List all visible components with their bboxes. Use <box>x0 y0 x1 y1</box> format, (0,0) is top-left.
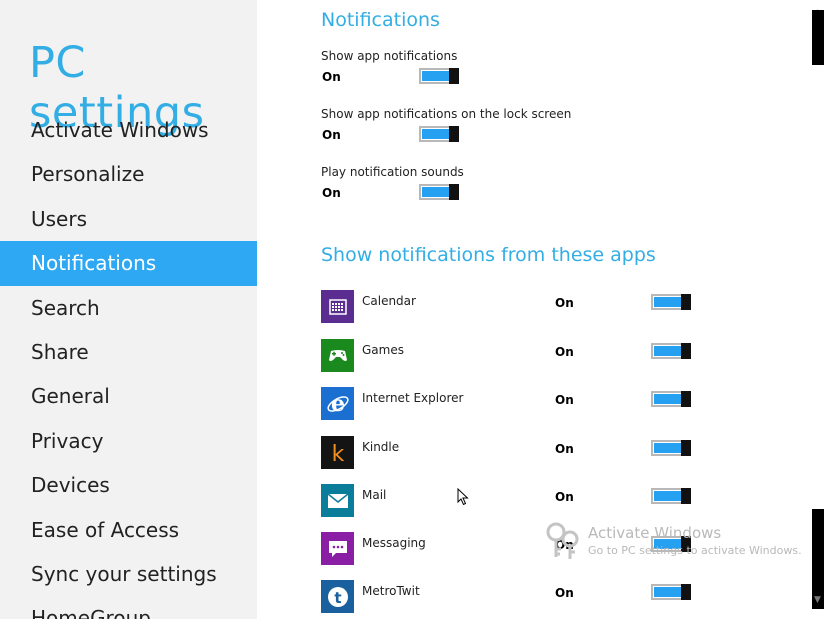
nav-item-privacy[interactable]: Privacy <box>0 419 257 463</box>
vertical-scrollbar[interactable]: ▲ ▼ <box>810 0 825 619</box>
app-name: MetroTwit <box>362 584 420 598</box>
setting-state: On <box>322 186 341 200</box>
toggle-fill <box>654 297 681 307</box>
toggle-fill <box>422 187 449 197</box>
app-state: On <box>555 345 574 359</box>
toggle-fill <box>654 539 681 549</box>
calendar-icon <box>321 290 354 323</box>
app-row-metrotwit: t MetroTwit On <box>321 580 801 614</box>
main-pane: Notifications Show app notifications On … <box>257 0 810 619</box>
setting-label-notification-sounds: Play notification sounds <box>321 165 464 179</box>
toggle-fill <box>654 394 681 404</box>
toggle-fill <box>654 443 681 453</box>
app-row-messaging: Messaging On <box>321 532 801 566</box>
app-state: On <box>555 296 574 310</box>
toggle-calendar[interactable] <box>651 294 691 310</box>
nav-item-ease-of-access[interactable]: Ease of Access <box>0 508 257 552</box>
messaging-icon <box>321 532 354 565</box>
toggle-fill <box>422 129 449 139</box>
svg-text:t: t <box>334 589 341 607</box>
app-row-calendar: Calendar On <box>321 290 801 324</box>
toggle-metrotwit[interactable] <box>651 584 691 600</box>
gamepad-icon <box>321 339 354 372</box>
scroll-down-arrow-icon[interactable]: ▼ <box>810 595 825 605</box>
app-row-mail: Mail On <box>321 484 801 518</box>
toggle-kindle[interactable] <box>651 440 691 456</box>
toggle-messaging[interactable] <box>651 536 691 552</box>
toggle-fill <box>654 587 681 597</box>
toggle-mail[interactable] <box>651 488 691 504</box>
toggle-thumb[interactable] <box>681 343 691 359</box>
toggle-internet-explorer[interactable] <box>651 391 691 407</box>
nav-item-activate-windows[interactable]: Activate Windows <box>0 108 257 152</box>
section-title-apps: Show notifications from these apps <box>321 244 656 266</box>
toggle-thumb[interactable] <box>681 391 691 407</box>
app-state: On <box>555 442 574 456</box>
svg-text:k: k <box>331 442 344 465</box>
internet-explorer-icon: e <box>321 387 354 420</box>
app-row-games: Games On <box>321 339 801 373</box>
nav-item-general[interactable]: General <box>0 374 257 418</box>
toggle-games[interactable] <box>651 343 691 359</box>
nav-item-homegroup[interactable]: HomeGroup <box>0 596 257 619</box>
mouse-cursor-icon <box>457 488 469 506</box>
nav-item-users[interactable]: Users <box>0 197 257 241</box>
scrollbar-track-lower[interactable] <box>812 509 824 609</box>
scrollbar-thumb[interactable] <box>812 10 824 65</box>
toggle-thumb[interactable] <box>681 584 691 600</box>
toggle-thumb[interactable] <box>681 440 691 456</box>
app-row-kindle: k Kindle On <box>321 436 801 470</box>
nav-item-devices[interactable]: Devices <box>0 463 257 507</box>
nav-item-personalize[interactable]: Personalize <box>0 152 257 196</box>
app-name: Mail <box>362 488 387 502</box>
setting-state: On <box>322 70 341 84</box>
nav-item-share[interactable]: Share <box>0 330 257 374</box>
setting-state: On <box>322 128 341 142</box>
toggle-lock-screen-notifications[interactable] <box>419 126 459 142</box>
app-name: Calendar <box>362 294 416 308</box>
toggle-thumb[interactable] <box>449 68 459 84</box>
app-state: On <box>555 538 574 552</box>
section-title-notifications: Notifications <box>321 9 440 31</box>
toggle-notification-sounds[interactable] <box>419 184 459 200</box>
toggle-thumb[interactable] <box>681 294 691 310</box>
app-name: Kindle <box>362 440 400 454</box>
setting-label-show-app-notifications: Show app notifications <box>321 49 458 63</box>
toggle-thumb[interactable] <box>681 488 691 504</box>
nav-item-search[interactable]: Search <box>0 286 257 330</box>
nav-item-sync-settings[interactable]: Sync your settings <box>0 552 257 596</box>
app-name: Games <box>362 343 404 357</box>
app-name: Internet Explorer <box>362 391 464 405</box>
mail-icon <box>321 484 354 517</box>
toggle-thumb[interactable] <box>449 126 459 142</box>
metrotwit-icon: t <box>321 580 354 613</box>
toggle-thumb[interactable] <box>449 184 459 200</box>
toggle-show-app-notifications[interactable] <box>419 68 459 84</box>
toggle-fill <box>654 491 681 501</box>
nav-item-notifications[interactable]: Notifications <box>0 241 257 286</box>
app-state: On <box>555 586 574 600</box>
settings-nav: Activate Windows Personalize Users Notif… <box>0 108 257 619</box>
app-name: Messaging <box>362 536 426 550</box>
toggle-fill <box>422 71 449 81</box>
toggle-fill <box>654 346 681 356</box>
toggle-thumb[interactable] <box>681 536 691 552</box>
sidebar: PC settings Activate Windows Personalize… <box>0 0 257 619</box>
kindle-icon: k <box>321 436 354 469</box>
app-row-internet-explorer: e Internet Explorer On <box>321 387 801 421</box>
setting-label-lock-screen-notifications: Show app notifications on the lock scree… <box>321 107 572 121</box>
svg-text:e: e <box>331 392 345 416</box>
app-state: On <box>555 393 574 407</box>
app-state: On <box>555 490 574 504</box>
